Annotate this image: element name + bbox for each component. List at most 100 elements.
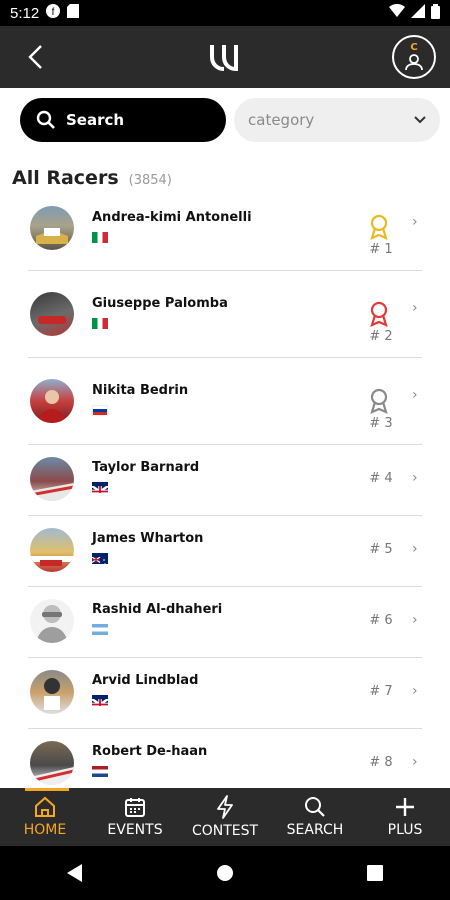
plus-icon (396, 798, 414, 816)
racer-row[interactable]: Robert De-haan # 8 › (28, 728, 422, 788)
system-back-button[interactable] (55, 853, 95, 893)
racer-name: James Wharton (92, 531, 204, 546)
racer-name: Nikita Bedrin (92, 383, 189, 398)
racer-list: Andrea-kimi Antonelli # 1 › Giuseppe Pal… (0, 196, 450, 788)
flag-uk-icon (92, 482, 108, 493)
racer-name: Giuseppe Palomba (92, 296, 228, 311)
status-left: 5:12 f (10, 3, 80, 23)
battery-icon (431, 3, 440, 23)
racer-rank: # 4 (369, 471, 393, 486)
racer-name: Andrea-kimi Antonelli (92, 210, 252, 225)
filter-row: Search category (0, 98, 450, 144)
racer-row[interactable]: Nikita Bedrin # 3 › (28, 357, 422, 445)
nav-search-label: SEARCH (286, 822, 344, 838)
racer-row[interactable]: Taylor Barnard # 4 › (28, 444, 422, 516)
racer-row[interactable]: Arvid Lindblad # 7 › (28, 657, 422, 729)
racer-avatar (30, 206, 74, 250)
status-right (389, 3, 440, 23)
nav-contest[interactable]: CONTEST (180, 788, 270, 846)
search-icon (36, 110, 55, 129)
racer-row[interactable]: Giuseppe Palomba # 2 › (28, 270, 422, 358)
nav-events[interactable]: EVENTS (90, 788, 180, 846)
chevron-right-icon: › (412, 612, 418, 628)
search-label: Search (66, 111, 125, 129)
racer-rank: # 7 (369, 684, 393, 699)
user-icon (405, 54, 423, 71)
back-button[interactable] (18, 40, 52, 74)
category-dropdown[interactable]: category (234, 98, 440, 142)
square-recents-icon (367, 865, 383, 881)
nav-plus[interactable]: PLUS (360, 788, 450, 846)
racer-rank: # 6 (369, 613, 393, 628)
flag-australia-icon (92, 553, 108, 564)
system-home-button[interactable] (205, 853, 245, 893)
flag-russia-icon (92, 405, 108, 416)
chevron-right-icon: › (412, 300, 418, 316)
app-logo[interactable] (204, 36, 246, 78)
notification-icon: f (45, 3, 61, 23)
circle-home-icon (217, 865, 233, 881)
nav-plus-label: PLUS (387, 822, 423, 838)
racer-rank: # 8 (369, 755, 393, 770)
wifi-icon (389, 3, 405, 22)
chevron-right-icon: › (412, 387, 418, 403)
sd-card-icon (67, 4, 80, 22)
racer-name: Taylor Barnard (92, 460, 200, 475)
racer-avatar (30, 741, 74, 785)
racer-avatar (30, 457, 74, 501)
chevron-right-icon: › (412, 214, 418, 230)
app-header: C (0, 26, 450, 88)
racer-rank: # 2 (369, 329, 393, 344)
racer-avatar (30, 670, 74, 714)
system-navigation-bar (0, 846, 450, 900)
section-header: All Racers (3854) (12, 167, 172, 189)
racer-avatar (30, 292, 74, 336)
gray-medal-icon (370, 388, 388, 414)
nav-search[interactable]: SEARCH (270, 788, 360, 846)
lightning-icon (217, 795, 233, 819)
nav-events-label: EVENTS (107, 822, 163, 838)
racer-rank: # 5 (369, 542, 393, 557)
racer-name: Rashid Al-dhaheri (92, 602, 223, 617)
racer-row[interactable]: James Wharton # 5 › (28, 515, 422, 587)
logo-icon (210, 45, 238, 72)
status-time: 5:12 (10, 4, 40, 22)
chevron-right-icon: › (412, 470, 418, 486)
section-title: All Racers (12, 167, 119, 189)
racer-row[interactable]: Andrea-kimi Antonelli # 1 › (28, 196, 422, 271)
flag-argentina-icon (92, 624, 108, 635)
flag-italy-icon (92, 318, 108, 329)
racer-avatar (30, 599, 74, 643)
signal-icon (411, 4, 425, 22)
triangle-back-icon (67, 864, 82, 882)
red-medal-icon (370, 301, 388, 327)
chevron-left-icon (28, 45, 42, 69)
svg-text:f: f (52, 7, 55, 18)
gold-medal-icon (370, 214, 388, 240)
nav-contest-label: CONTEST (191, 823, 259, 839)
home-icon (35, 796, 55, 817)
nav-home[interactable]: HOME (0, 788, 90, 846)
bottom-navigation: HOME EVENTS CONTEST SEARCH PLUS (0, 788, 450, 846)
nav-home-label: HOME (23, 822, 67, 838)
racer-row[interactable]: Rashid Al-dhaheri # 6 › (28, 586, 422, 658)
racer-name: Arvid Lindblad (92, 673, 199, 688)
search-icon (305, 797, 325, 817)
category-value: category (248, 111, 315, 129)
status-bar: 5:12 f (0, 0, 450, 26)
system-recents-button[interactable] (355, 853, 395, 893)
racer-name: Robert De-haan (92, 744, 208, 759)
racer-avatar (30, 379, 74, 423)
flag-uk-icon (92, 695, 108, 706)
chevron-right-icon: › (412, 541, 418, 557)
racer-count: (3854) (128, 173, 172, 188)
racer-rank: # 1 (369, 242, 393, 257)
search-button[interactable]: Search (20, 98, 226, 142)
profile-initial: C (410, 42, 418, 53)
flag-italy-icon (92, 232, 108, 243)
chevron-right-icon: › (412, 754, 418, 770)
profile-button[interactable]: C (392, 35, 436, 79)
racer-rank: # 3 (369, 416, 393, 431)
racer-avatar (30, 528, 74, 572)
flag-netherlands-icon (92, 766, 108, 777)
